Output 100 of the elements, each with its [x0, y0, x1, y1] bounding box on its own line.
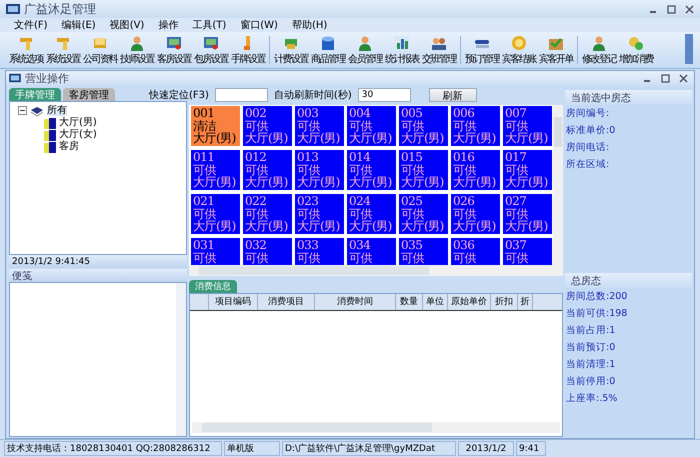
scrollbar[interactable]	[176, 283, 186, 436]
room-tile[interactable]: 017 可供 大厅(男)	[503, 150, 552, 190]
toolbar-button[interactable]: 客房设置	[156, 34, 192, 66]
room-number: 025	[401, 195, 424, 208]
menu-item[interactable]: 帮助(H)	[292, 18, 328, 32]
room-tile[interactable]: 011 可供 大厅(男)	[191, 150, 240, 190]
expander-icon[interactable]	[18, 106, 27, 115]
toolbar-button[interactable]: 增加消费	[618, 34, 654, 66]
room-tile[interactable]: 027 可供 大厅(男)	[503, 194, 552, 234]
room-tile[interactable]: 036 可供	[451, 238, 500, 265]
column-header[interactable]: 单位	[423, 294, 448, 310]
quick-locate-field[interactable]	[214, 88, 268, 102]
toolbar-button[interactable]: 公司资料	[82, 34, 118, 66]
quick-locate-label: 快速定位(F3)	[149, 88, 209, 102]
close-icon[interactable]	[685, 4, 694, 14]
drum-icon	[320, 34, 336, 50]
scrollbar[interactable]	[553, 105, 563, 265]
column-header[interactable]: 消费时间	[315, 294, 396, 310]
close-icon[interactable]	[679, 74, 688, 82]
room-tile[interactable]: 026 可供 大厅(男)	[451, 194, 500, 234]
maximize-icon[interactable]	[667, 4, 676, 14]
notes-field[interactable]	[9, 282, 187, 437]
room-total-field: 上座率:.5%	[565, 390, 692, 407]
menu-item[interactable]: 文件(F)	[14, 18, 48, 32]
refresh-interval-field[interactable]: 30	[358, 88, 411, 102]
tree-item[interactable]: 大厅(男)	[59, 118, 97, 128]
room-tile[interactable]: 032 可供	[243, 238, 292, 265]
refresh-button[interactable]: 刷新	[428, 88, 477, 102]
toolbar-button[interactable]: 修改登记	[581, 34, 617, 66]
room-tile[interactable]: 014 可供 大厅(男)	[347, 150, 396, 190]
room-status: 可供	[297, 252, 321, 264]
room-tile[interactable]: 013 可供 大厅(男)	[295, 150, 344, 190]
room-tile[interactable]: 037 可供	[503, 238, 552, 265]
tree-item[interactable]: 所有	[47, 106, 67, 116]
toolbar-button[interactable]: 统计报表	[384, 34, 420, 66]
toolbar-button[interactable]: 系统设置	[45, 34, 81, 66]
toolbar-button[interactable]: 宾客结账	[501, 34, 537, 66]
room-info-field: 房间电话:	[565, 139, 692, 156]
room-tile[interactable]: 035 可供	[399, 238, 448, 265]
room-tile[interactable]: 023 可供 大厅(男)	[295, 194, 344, 234]
column-header[interactable]: 原始单价	[448, 294, 491, 310]
room-tile[interactable]: 025 可供 大厅(男)	[399, 194, 448, 234]
toolbar-button[interactable]: 会员管理	[347, 34, 383, 66]
room-status: 可供	[245, 252, 269, 264]
room-status: 清洁	[193, 120, 217, 132]
tab[interactable]: 客房管理	[63, 88, 115, 101]
toolbar-button[interactable]: 技师设置	[119, 34, 155, 66]
room-tile[interactable]: 012 可供 大厅(男)	[243, 150, 292, 190]
room-tile[interactable]: 016 可供 大厅(男)	[451, 150, 500, 190]
room-tile[interactable]: 002 可供 大厅(男)	[243, 106, 292, 146]
column-header[interactable]: 消费项目	[258, 294, 315, 310]
menu-item[interactable]: 操作	[158, 18, 178, 32]
room-tile[interactable]: 034 可供	[347, 238, 396, 265]
folder-icon	[44, 116, 56, 128]
menu-item[interactable]: 窗口(W)	[240, 18, 278, 32]
scrollbar[interactable]	[189, 265, 563, 276]
toolbar-button[interactable]: 预订管理	[464, 34, 500, 66]
coins-icon	[628, 34, 644, 50]
toolbar-button[interactable]: 宾客开单	[538, 34, 574, 66]
room-tile[interactable]: 003 可供 大厅(男)	[295, 106, 344, 146]
child-window-title: 营业操作	[25, 70, 69, 86]
menu-item[interactable]: 工具(T)	[192, 18, 226, 32]
column-header[interactable]: 项目编码	[209, 294, 258, 310]
maximize-icon[interactable]	[661, 74, 670, 82]
room-tile[interactable]: 021 可供 大厅(男)	[191, 194, 240, 234]
room-tile[interactable]: 031 可供	[191, 238, 240, 265]
room-tile[interactable]: 022 可供 大厅(男)	[243, 194, 292, 234]
room-tile[interactable]: 006 可供 大厅(男)	[451, 106, 500, 146]
room-number: 011	[193, 151, 216, 164]
menu-item[interactable]: 编辑(E)	[62, 18, 96, 32]
room-tile[interactable]: 007 可供 大厅(男)	[503, 106, 552, 146]
notes-title: 便笺	[9, 269, 187, 282]
room-tile[interactable]: 004 可供 大厅(男)	[347, 106, 396, 146]
room-status: 可供	[505, 208, 529, 220]
toolbar-button[interactable]: 交班管理	[421, 34, 457, 66]
room-tile[interactable]: 005 可供 大厅(男)	[399, 106, 448, 146]
room-status: 可供	[505, 164, 529, 176]
room-tile[interactable]: 033 可供	[295, 238, 344, 265]
room-tile[interactable]: 001 清洁 大厅(男)	[191, 106, 240, 146]
column-header[interactable]: 折扣	[491, 294, 518, 310]
room-tile[interactable]: 015 可供 大厅(男)	[399, 150, 448, 190]
window-title: 广益沐足管理	[24, 0, 96, 18]
column-header[interactable]: 数量	[396, 294, 423, 310]
person-icon	[357, 34, 373, 50]
room-status: 可供	[245, 208, 269, 220]
toolbar-button[interactable]: 系统选项	[8, 34, 44, 66]
toolbar-button[interactable]: 包房设置	[193, 34, 229, 66]
tree-item[interactable]: 客房	[59, 142, 79, 152]
menu-item[interactable]: 视图(V)	[110, 18, 144, 32]
room-area: 大厅(男)	[349, 132, 394, 144]
toolbar-button[interactable]: 商品管理	[310, 34, 346, 66]
scrollbar[interactable]	[192, 422, 560, 433]
toolbar-button[interactable]: 计费设置	[273, 34, 309, 66]
section-title: 总房态	[565, 273, 692, 288]
column-header[interactable]: 折	[518, 294, 533, 310]
tree-item[interactable]: 大厅(女)	[59, 130, 97, 140]
toolbar-button[interactable]: 手牌设置	[230, 34, 266, 66]
room-tile[interactable]: 024 可供 大厅(男)	[347, 194, 396, 234]
room-status: 可供	[349, 120, 373, 132]
room-status: 可供	[505, 252, 529, 264]
